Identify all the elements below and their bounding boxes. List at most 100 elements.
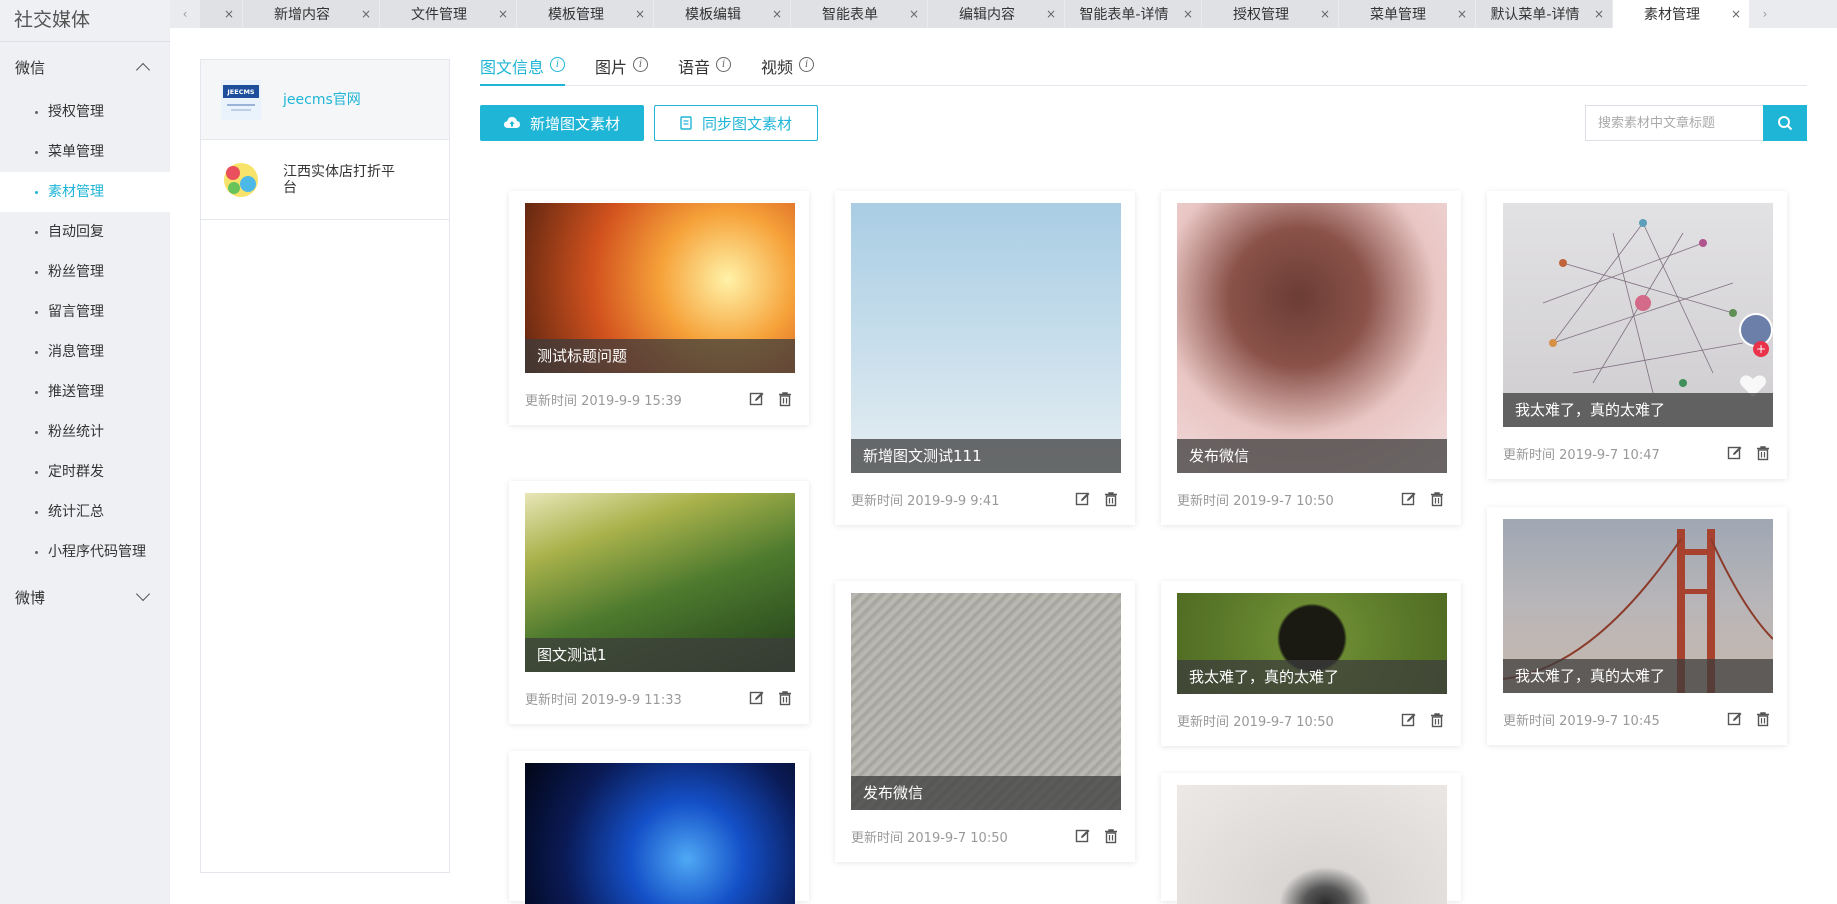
- tab-material-manage[interactable]: 素材管理 ×: [1613, 0, 1749, 28]
- material-card[interactable]: [1161, 773, 1461, 904]
- close-icon[interactable]: ×: [1457, 7, 1467, 21]
- tab-smart-form-detail[interactable]: 智能表单-详情 ×: [1065, 0, 1201, 28]
- card-title: 我太难了，真的太难了: [1503, 659, 1773, 693]
- material-card[interactable]: + 我太难了，真的太难了 更新时间 2019-9-7 10:47: [1487, 191, 1787, 479]
- info-icon[interactable]: i: [633, 57, 649, 72]
- material-card[interactable]: 我太难了，真的太难了 更新时间 2019-9-7 10:50: [1161, 581, 1461, 746]
- tab-video[interactable]: 视频 i: [761, 54, 815, 86]
- sidebar-item-fans[interactable]: 粉丝管理: [0, 252, 170, 292]
- close-icon[interactable]: ×: [1183, 7, 1193, 21]
- search-button[interactable]: [1763, 105, 1807, 141]
- delete-icon[interactable]: [777, 690, 793, 706]
- card-image[interactable]: + 我太难了，真的太难了: [1503, 203, 1773, 427]
- plus-icon[interactable]: +: [1753, 341, 1769, 357]
- card-image[interactable]: 图文测试1: [525, 493, 795, 672]
- sidebar-item-auth[interactable]: 授权管理: [0, 92, 170, 132]
- sidebar-item-fan-stats[interactable]: 粉丝统计: [0, 412, 170, 452]
- close-icon[interactable]: ×: [498, 7, 508, 21]
- tab-default-menu-detail[interactable]: 默认菜单-详情 ×: [1476, 0, 1612, 28]
- tab-new-content[interactable]: 新增内容 ×: [243, 0, 379, 28]
- tab-smart-form[interactable]: 智能表单 ×: [791, 0, 927, 28]
- close-icon[interactable]: ×: [635, 7, 645, 21]
- tab-news[interactable]: 图文信息 i: [480, 54, 566, 86]
- material-card[interactable]: 发布微信 更新时间 2019-9-7 10:50: [835, 581, 1135, 862]
- account-item-jiangxi[interactable]: 江西实体店打折平台: [201, 140, 449, 220]
- tab-partial[interactable]: ×: [200, 0, 242, 28]
- tab-edit-content[interactable]: 编辑内容 ×: [928, 0, 1064, 28]
- material-card[interactable]: 图文测试1 更新时间 2019-9-9 11:33: [509, 481, 809, 724]
- edit-icon[interactable]: [1401, 712, 1417, 728]
- edit-icon[interactable]: [1727, 445, 1743, 461]
- card-image[interactable]: 发布微信: [1177, 203, 1447, 473]
- info-icon[interactable]: i: [550, 57, 566, 72]
- search-icon: [1778, 116, 1793, 131]
- close-icon[interactable]: ×: [1594, 7, 1604, 21]
- sidebar-item-menu[interactable]: 菜单管理: [0, 132, 170, 172]
- card-image[interactable]: 新增图文测试111: [851, 203, 1121, 473]
- tab-auth-manage[interactable]: 授权管理 ×: [1202, 0, 1338, 28]
- tab-image[interactable]: 图片 i: [595, 54, 649, 86]
- card-image[interactable]: 测试标题问题: [525, 203, 795, 373]
- tab-scroll-right[interactable]: ›: [1750, 0, 1780, 28]
- info-icon[interactable]: i: [716, 57, 732, 72]
- material-card[interactable]: 我太难了，真的太难了 更新时间 2019-9-7 10:45: [1487, 507, 1787, 745]
- delete-icon[interactable]: [1755, 711, 1771, 727]
- delete-icon[interactable]: [1103, 828, 1119, 844]
- tab-menu-manage[interactable]: 菜单管理 ×: [1339, 0, 1475, 28]
- tab-label: 文件管理: [410, 7, 467, 23]
- edit-icon[interactable]: [1075, 828, 1091, 844]
- edit-icon[interactable]: [1075, 491, 1091, 507]
- edit-icon[interactable]: [1727, 711, 1743, 727]
- sidebar-item-comments[interactable]: 留言管理: [0, 292, 170, 332]
- material-card[interactable]: 发布微信 更新时间 2019-9-7 10:50: [1161, 191, 1461, 525]
- sidebar-item-miniprogram[interactable]: 小程序代码管理: [0, 532, 170, 572]
- delete-icon[interactable]: [1755, 445, 1771, 461]
- tab-template-edit[interactable]: 模板编辑 ×: [654, 0, 790, 28]
- chevron-down-icon: [135, 586, 151, 602]
- edit-icon[interactable]: [749, 690, 765, 706]
- edit-icon[interactable]: [749, 391, 765, 407]
- card-footer: 更新时间 2019-9-7 10:45: [1503, 693, 1771, 745]
- account-item-jeecms[interactable]: JEECMS jeecms官网: [201, 60, 449, 140]
- close-icon[interactable]: ×: [1731, 7, 1741, 21]
- edit-icon[interactable]: [1401, 491, 1417, 507]
- sidebar-group-wechat[interactable]: 微信: [0, 42, 170, 92]
- close-icon[interactable]: ×: [224, 7, 234, 21]
- card-image[interactable]: 我太难了，真的太难了: [1503, 519, 1773, 693]
- material-card[interactable]: [509, 751, 809, 904]
- delete-icon[interactable]: [1103, 491, 1119, 507]
- add-news-button[interactable]: 新增图文素材: [480, 105, 644, 141]
- sidebar-group-weibo[interactable]: 微博: [0, 572, 170, 622]
- search-input[interactable]: [1585, 105, 1763, 141]
- close-icon[interactable]: ×: [1320, 7, 1330, 21]
- sidebar-item-push[interactable]: 推送管理: [0, 372, 170, 412]
- delete-icon[interactable]: [1429, 491, 1445, 507]
- close-icon[interactable]: ×: [361, 7, 371, 21]
- card-image[interactable]: [1177, 785, 1447, 904]
- tab-file-manage[interactable]: 文件管理 ×: [380, 0, 516, 28]
- sidebar-item-material[interactable]: 素材管理: [0, 172, 170, 212]
- close-icon[interactable]: ×: [772, 7, 782, 21]
- card-title: 我太难了，真的太难了: [1503, 393, 1773, 427]
- material-card[interactable]: 测试标题问题 更新时间 2019-9-9 15:39: [509, 191, 809, 425]
- material-card[interactable]: 新增图文测试111 更新时间 2019-9-9 9:41: [835, 191, 1135, 525]
- tab-scroll-left[interactable]: ‹: [170, 0, 200, 28]
- card-photo-hand-roses: [851, 203, 1121, 473]
- card-title: 新增图文测试111: [851, 439, 1121, 473]
- info-icon[interactable]: i: [799, 57, 815, 72]
- tab-voice[interactable]: 语音 i: [678, 54, 732, 86]
- delete-icon[interactable]: [777, 391, 793, 407]
- sync-news-button[interactable]: 同步图文素材: [654, 105, 818, 141]
- sidebar-item-scheduled[interactable]: 定时群发: [0, 452, 170, 492]
- card-image[interactable]: [525, 763, 795, 904]
- sidebar-item-summary[interactable]: 统计汇总: [0, 492, 170, 532]
- card-image[interactable]: 我太难了，真的太难了: [1177, 593, 1447, 694]
- sidebar-item-messages[interactable]: 消息管理: [0, 332, 170, 372]
- close-icon[interactable]: ×: [909, 7, 919, 21]
- card-image[interactable]: 发布微信: [851, 593, 1121, 810]
- tab-template-manage[interactable]: 模板管理 ×: [517, 0, 653, 28]
- sidebar-item-autoreply[interactable]: 自动回复: [0, 212, 170, 252]
- delete-icon[interactable]: [1429, 712, 1445, 728]
- add-news-label: 新增图文素材: [529, 114, 620, 133]
- close-icon[interactable]: ×: [1046, 7, 1056, 21]
